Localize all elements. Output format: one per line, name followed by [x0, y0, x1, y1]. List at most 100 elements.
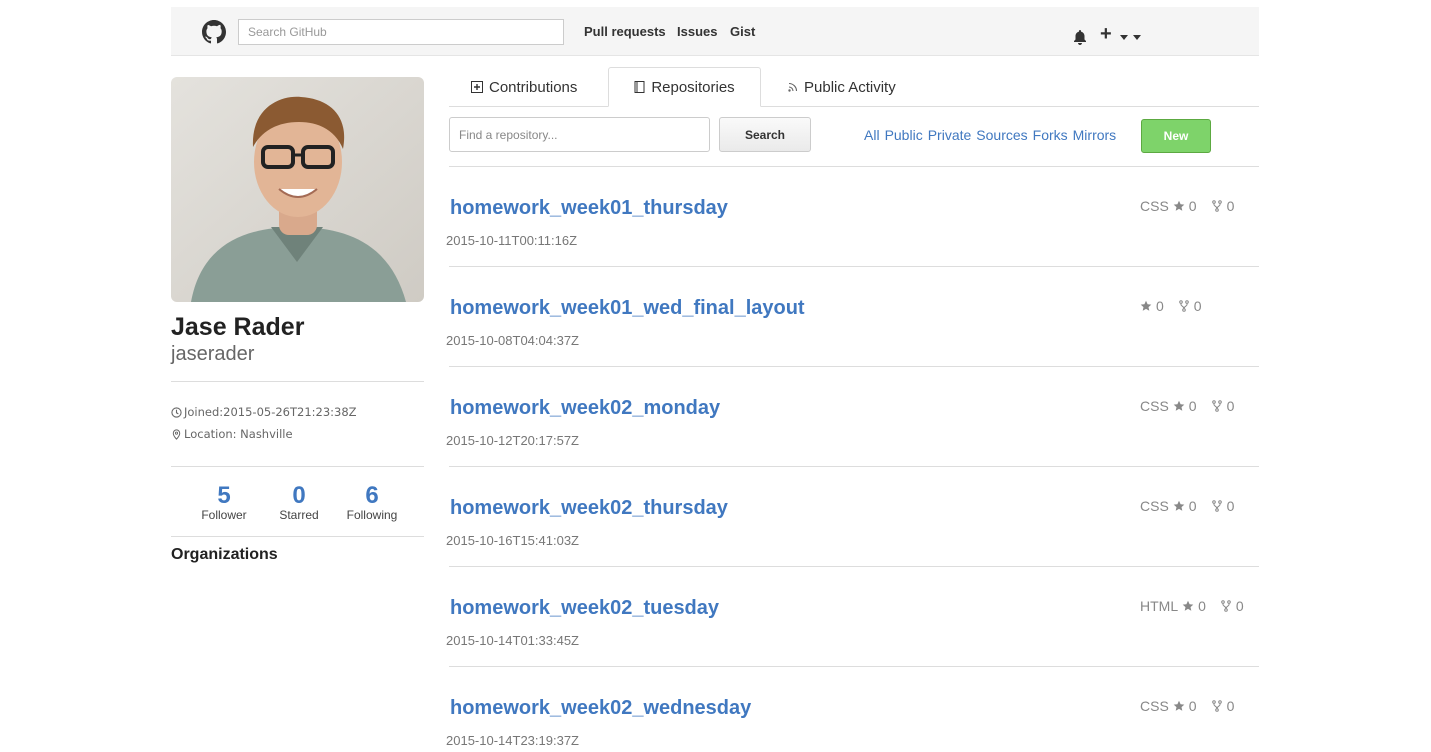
nav-pull-requests[interactable]: Pull requests [584, 24, 666, 39]
repository-meta: CSS 0 0 [1140, 498, 1234, 514]
star-count: 0 [1188, 498, 1197, 514]
stat-label: Starred [279, 508, 319, 522]
filter-all[interactable]: All [864, 127, 880, 143]
tab-contributions[interactable]: Contributions [471, 67, 577, 107]
fork-count: 0 [1226, 398, 1235, 414]
nav-gist[interactable]: Gist [730, 24, 755, 39]
location-pin-icon [172, 428, 181, 440]
repository-link[interactable]: homework_week02_monday [450, 397, 720, 420]
repository-updated-date: 2015-10-08T04:04:37Z [446, 333, 579, 348]
repo-language: CSS [1140, 198, 1169, 214]
rss-icon [788, 82, 798, 92]
location-text: Location: Nashville [184, 427, 293, 441]
repo-language: CSS [1140, 698, 1169, 714]
clock-icon [171, 406, 182, 418]
repository-updated-date: 2015-10-12T20:17:57Z [446, 433, 579, 448]
tab-repositories[interactable]: Repositories [608, 67, 761, 107]
repository-row: homework_week01_thursday 2015-10-11T00:11… [446, 166, 1259, 266]
repository-updated-date: 2015-10-14T01:33:45Z [446, 633, 579, 648]
avatar-photo [171, 77, 424, 302]
fork-icon [1221, 600, 1231, 612]
stat-number: 5 [217, 482, 231, 509]
star-count: 0 [1188, 698, 1197, 714]
repository-meta: CSS 0 0 [1140, 198, 1234, 214]
organizations-heading: Organizations [171, 546, 278, 563]
star-count: 0 [1188, 398, 1197, 414]
star-icon [1173, 200, 1185, 211]
search-button[interactable]: Search [719, 117, 811, 152]
location-detail: Location: Nashville [171, 427, 293, 441]
plus-square-icon [471, 81, 483, 93]
fork-icon [1178, 300, 1189, 312]
book-icon [634, 81, 645, 93]
find-repository-input[interactable] [449, 117, 710, 152]
avatar [171, 77, 424, 302]
star-count: 0 [1198, 598, 1206, 614]
repository-updated-date: 2015-10-11T00:11:16Z [446, 233, 578, 248]
tab-public-activity[interactable]: Public Activity [788, 67, 896, 107]
fork-count: 0 [1226, 698, 1235, 714]
stat-followers[interactable]: 5 Follower [196, 482, 252, 522]
divider [171, 381, 424, 382]
star-count: 0 [1156, 298, 1164, 314]
repository-row: homework_week01_wed_final_layout 2015-10-… [446, 266, 1259, 366]
stat-number: 0 [292, 482, 306, 509]
repository-link[interactable]: homework_week02_wednesday [450, 697, 751, 720]
divider [171, 536, 424, 537]
star-count: 0 [1188, 198, 1197, 214]
caret-down-icon[interactable] [1133, 35, 1141, 40]
repo-language: HTML [1140, 598, 1179, 614]
repository-meta: CSS 0 0 [1140, 398, 1234, 414]
star-icon [1173, 500, 1185, 511]
repo-language: CSS [1140, 398, 1169, 414]
stat-starred[interactable]: 0 Starred [274, 482, 324, 522]
stat-number: 6 [365, 482, 379, 509]
profile-name: Jase Rader [171, 313, 305, 341]
filter-private[interactable]: Private [928, 127, 972, 143]
star-icon [1173, 700, 1185, 711]
profile-login: jaserader [171, 343, 255, 365]
tab-label: Contributions [489, 78, 578, 96]
filter-mirrors[interactable]: Mirrors [1073, 127, 1117, 143]
filter-sources[interactable]: Sources [976, 127, 1027, 143]
star-icon [1140, 300, 1152, 311]
repository-meta: HTML 0 0 [1140, 598, 1244, 614]
fork-icon [1211, 500, 1222, 512]
caret-down-icon[interactable] [1120, 35, 1128, 40]
nav-issues[interactable]: Issues [677, 24, 717, 39]
star-icon [1173, 400, 1185, 411]
tab-label: Public Activity [804, 78, 896, 96]
stat-label: Follower [201, 508, 247, 522]
fork-icon [1211, 200, 1222, 212]
github-logo-icon[interactable] [202, 20, 226, 44]
top-header: Pull requests Issues Gist + [171, 7, 1259, 56]
fork-count: 0 [1226, 198, 1235, 214]
repository-link[interactable]: homework_week01_wed_final_layout [450, 297, 805, 320]
plus-icon[interactable]: + [1100, 24, 1112, 44]
repository-row: homework_week02_thursday 2015-10-16T15:41… [446, 466, 1259, 566]
repository-row: homework_week02_wednesday 2015-10-14T23:1… [446, 666, 1259, 752]
search-github-input[interactable] [238, 19, 564, 45]
star-icon [1182, 600, 1194, 611]
repository-row: homework_week02_monday 2015-10-12T20:17:5… [446, 366, 1259, 466]
fork-count: 0 [1193, 298, 1202, 314]
repository-link[interactable]: homework_week02_tuesday [450, 597, 719, 620]
fork-count: 0 [1226, 498, 1235, 514]
stat-following[interactable]: 6 Following [342, 482, 402, 522]
repository-link[interactable]: homework_week01_thursday [450, 197, 728, 220]
stat-label: Following [346, 508, 398, 522]
fork-icon [1211, 400, 1222, 412]
bell-icon[interactable] [1072, 29, 1088, 45]
repository-updated-date: 2015-10-14T23:19:37Z [446, 733, 579, 748]
repo-language: CSS [1140, 498, 1169, 514]
new-repository-button[interactable]: New [1141, 119, 1211, 153]
divider [171, 466, 424, 467]
repository-meta: 00 [1140, 298, 1202, 314]
repository-row: homework_week02_tuesday 2015-10-14T01:33:… [446, 566, 1259, 666]
filter-public[interactable]: Public [885, 127, 923, 143]
filter-forks[interactable]: Forks [1033, 127, 1068, 143]
repository-updated-date: 2015-10-16T15:41:03Z [446, 533, 579, 548]
fork-icon [1211, 700, 1222, 712]
repository-link[interactable]: homework_week02_thursday [450, 497, 728, 520]
repo-filters: All Public Private Sources Forks Mirrors [864, 127, 1116, 143]
